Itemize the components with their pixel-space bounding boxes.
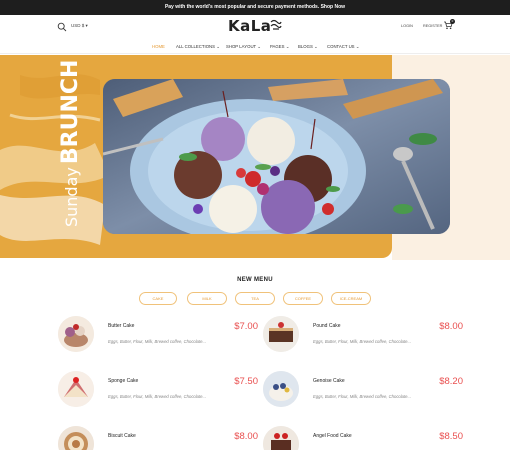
new-menu-title: NEW MENU (237, 277, 273, 283)
menu-item-price: $7.50 (234, 376, 258, 387)
main-nav: HOME ALL COLLECTIONS ⌄ SHOP LAYOUT ⌄ PAG… (0, 40, 510, 54)
hero-ice-cream-photo (103, 79, 450, 234)
announcement-text[interactable]: Pay with the world's most popular and se… (165, 4, 345, 10)
menu-filter-bar: CAKE MILK TEA COFFEE ICE-CREAM (0, 292, 510, 306)
announcement-bar[interactable]: Pay with the world's most popular and se… (0, 0, 510, 15)
filter-milk[interactable]: MILK (187, 292, 227, 305)
butter-cake-thumbnail (58, 316, 94, 352)
login-link[interactable]: LOGIN (401, 24, 413, 28)
logo-mark-icon (270, 19, 282, 30)
menu-item[interactable]: Pound Cake Eggs, Butter, Flour, Milk, Br… (263, 316, 463, 356)
angel-food-cake-thumbnail (263, 426, 299, 450)
filter-cake[interactable]: CAKE (139, 292, 177, 305)
nav-label: CONTACT US (327, 44, 355, 49)
menu-item[interactable]: Butter Cake Eggs, Butter, Flour, Milk, B… (58, 316, 258, 356)
menu-item-description: Eggs, Butter, Flour, Milk, Brewed coffee… (313, 339, 411, 344)
menu-item-price: $8.00 (439, 321, 463, 332)
nav-item-shop-layout[interactable]: SHOP LAYOUT ⌄ (226, 44, 261, 50)
filter-ice-cream[interactable]: ICE-CREAM (331, 292, 371, 305)
hero-banner[interactable]: Sunday BRUNCH (0, 55, 510, 260)
menu-item-name: Genoise Cake (313, 378, 345, 384)
pound-cake-thumbnail (263, 316, 299, 352)
hero-brunch-text: BRUNCH (58, 59, 83, 165)
menu-item[interactable]: Sponge Cake Eggs, Butter, Flour, Milk, B… (58, 371, 258, 411)
menu-item-name: Sponge Cake (108, 378, 139, 384)
menu-item[interactable]: Biscuit Cake $8.00 (58, 426, 258, 450)
nav-item-contact-us[interactable]: CONTACT US ⌄ (327, 44, 359, 50)
hero-text: Sunday BRUNCH (58, 60, 83, 227)
menu-item-name: Angel Food Cake (313, 433, 352, 439)
register-link[interactable]: REGISTER (423, 24, 442, 28)
nav-item-all-collections[interactable]: ALL COLLECTIONS ⌄ (176, 44, 220, 50)
menu-item-description: Eggs, Butter, Flour, Milk, Brewed coffee… (108, 394, 206, 399)
menu-item[interactable]: Angel Food Cake $8.50 (263, 426, 463, 450)
page: Pay with the world's most popular and se… (0, 0, 510, 450)
hero-sunday-text: Sunday (62, 167, 81, 227)
currency-selector[interactable]: USD $ ▾ (71, 23, 88, 29)
biscuit-cake-thumbnail (58, 426, 94, 450)
site-logo[interactable]: KaLa (228, 17, 271, 35)
genoise-cake-thumbnail (263, 371, 299, 407)
menu-item[interactable]: Genoise Cake Eggs, Butter, Flour, Milk, … (263, 371, 463, 411)
sponge-cake-thumbnail (58, 371, 94, 407)
nav-label: ALL COLLECTIONS (176, 44, 216, 49)
currency-label: USD $ (71, 23, 85, 28)
filter-tea[interactable]: TEA (235, 292, 275, 305)
cart-count-badge: 0 (450, 19, 455, 24)
menu-item-price: $8.00 (234, 431, 258, 442)
nav-label: BLOGS (298, 44, 313, 49)
nav-item-pages[interactable]: PAGES ⌄ (270, 44, 289, 50)
site-header: USD $ ▾ KaLa LOGIN REGISTER 0 (0, 15, 510, 39)
menu-item-name: Pound Cake (313, 323, 341, 329)
nav-item-home[interactable]: HOME (152, 44, 165, 49)
menu-item-price: $7.00 (234, 321, 258, 332)
ice-cream-illustration (103, 79, 450, 234)
nav-label: PAGES (270, 44, 285, 49)
filter-coffee[interactable]: COFFEE (283, 292, 323, 305)
menu-item-description: Eggs, Butter, Flour, Milk, Brewed coffee… (108, 339, 206, 344)
nav-label: SHOP LAYOUT (226, 44, 257, 49)
menu-item-description: Eggs, Butter, Flour, Milk, Brewed coffee… (313, 394, 411, 399)
search-icon[interactable] (57, 22, 67, 32)
menu-item-name: Biscuit Cake (108, 433, 136, 439)
menu-item-name: Butter Cake (108, 323, 135, 329)
menu-item-price: $8.50 (439, 431, 463, 442)
menu-item-price: $8.20 (439, 376, 463, 387)
nav-item-blogs[interactable]: BLOGS ⌄ (298, 44, 318, 50)
